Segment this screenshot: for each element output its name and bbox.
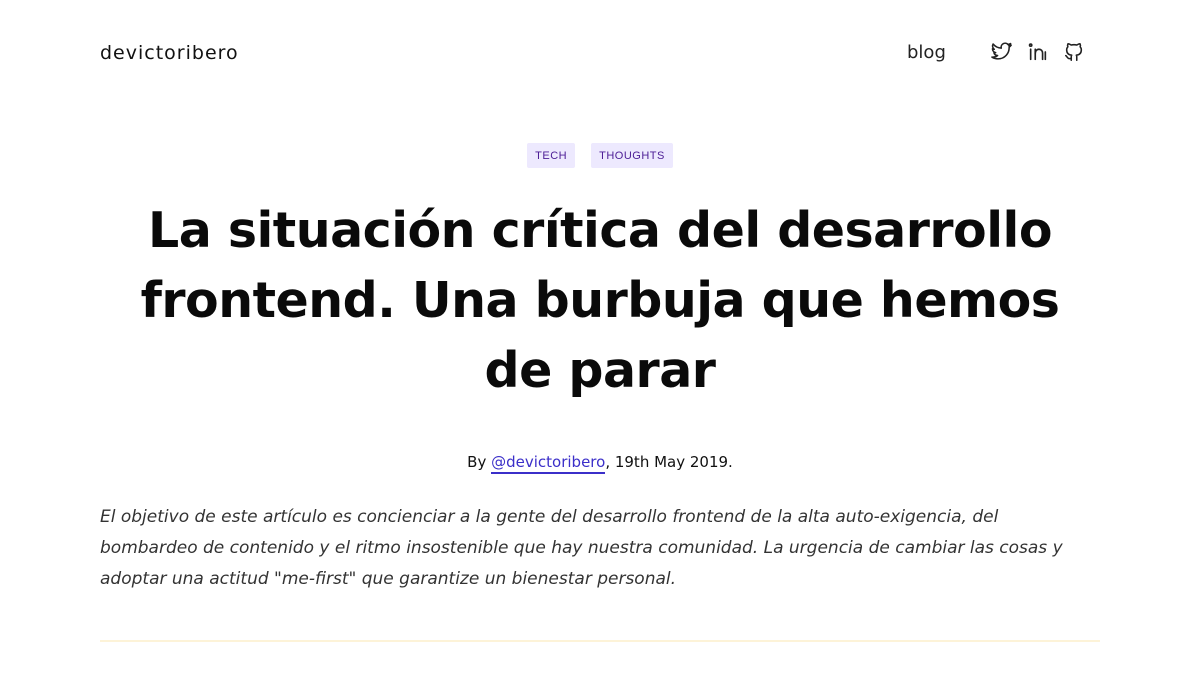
- article-title: La situación crítica del desarrollo fron…: [140, 202, 1060, 399]
- twitter-icon: [991, 41, 1013, 67]
- author-link[interactable]: @devictoribero: [491, 453, 606, 474]
- byline-prefix: By: [467, 453, 492, 471]
- twitter-link[interactable]: [990, 42, 1014, 66]
- site-title-link[interactable]: devictoribero: [100, 42, 239, 64]
- linkedin-link[interactable]: [1026, 42, 1050, 66]
- tag-list: TECH THOUGHTS: [0, 143, 1200, 168]
- site-header: devictoribero blog: [0, 0, 1200, 108]
- divider: [100, 640, 1100, 642]
- nav-blog-link[interactable]: blog: [907, 42, 946, 63]
- tag-tech[interactable]: TECH: [527, 143, 576, 168]
- byline-date: , 19th May 2019.: [605, 453, 733, 471]
- tag-thoughts[interactable]: THOUGHTS: [591, 143, 673, 168]
- github-link[interactable]: [1062, 42, 1086, 66]
- article-byline: By @devictoribero, 19th May 2019.: [0, 453, 1200, 474]
- linkedin-icon: [1027, 41, 1049, 67]
- article-intro: El objetivo de este artículo es concienc…: [100, 507, 1063, 589]
- github-icon: [1063, 41, 1085, 67]
